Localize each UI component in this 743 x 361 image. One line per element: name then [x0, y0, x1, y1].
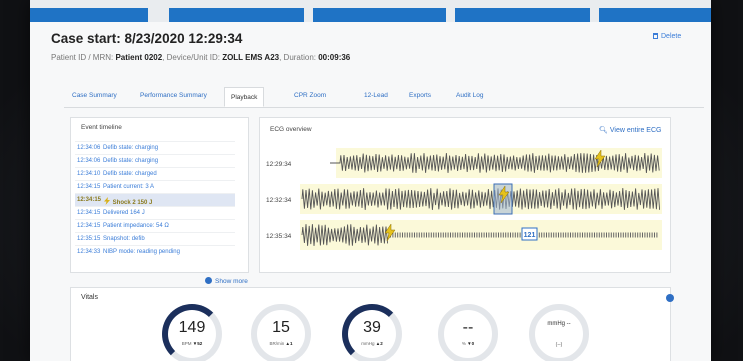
event-row-selected[interactable]: 12:34:15 Shock 2 150 J — [75, 193, 235, 206]
resp-rate-gauge: 15 BR/min ▲1 — [251, 304, 311, 361]
event-desc: Defib state: charging — [103, 158, 159, 164]
event-row[interactable]: 12:34:33 NIBP mode: reading pending — [75, 245, 235, 258]
view-entire-ecg-link[interactable]: 🔍︎ View entire ECG — [599, 126, 661, 134]
nav-segment[interactable] — [599, 8, 711, 22]
ecg-overview-title: ECG overview — [270, 126, 312, 133]
nibp-gauge: mmHg -- (--) — [529, 304, 589, 361]
event-row[interactable]: 12:34:15 Delivered 164 J — [75, 206, 235, 219]
magnifier-icon: 🔍︎ — [599, 127, 608, 134]
strip-time: 12:29:34 — [266, 161, 292, 168]
heart-rate-value: 149 — [178, 319, 206, 336]
unit-label: mmHg — [547, 321, 565, 327]
tab-exports[interactable]: Exports — [409, 92, 431, 99]
event-time: 12:35:15 — [77, 236, 101, 242]
spo2-value: -- — [462, 319, 474, 336]
device-id-value: ZOLL EMS A23 — [222, 53, 280, 62]
delete-label: Delete — [661, 33, 682, 40]
ecg-strips[interactable]: 12:29:34 12:32:34 12:35:34 121 — [260, 138, 670, 268]
spo2-unit: % ▼0 — [444, 341, 492, 346]
tab-cpr-zoom[interactable]: CPR Zoom — [294, 92, 326, 99]
strip-time: 12:32:34 — [266, 197, 292, 204]
tab-12-lead[interactable]: 12-Lead — [364, 92, 388, 99]
ecg-strip-bg — [300, 220, 662, 250]
show-more-link[interactable]: Show more — [205, 277, 248, 285]
event-time: 12:34:15 — [77, 210, 101, 216]
event-desc-shock: Shock 2 150 J — [103, 197, 152, 206]
trash-icon — [653, 33, 658, 39]
view-entire-ecg-label: View entire ECG — [609, 127, 662, 134]
event-desc: Delivered 164 J — [103, 210, 145, 216]
event-time: 12:34:33 — [77, 249, 101, 255]
duration-value: 00:09:36 — [318, 53, 351, 62]
event-desc: Patient current: 3 A — [103, 184, 155, 190]
event-time: 12:34:06 — [77, 158, 101, 164]
event-timeline-panel: Event timeline 12:34:06 Defib state: char… — [70, 117, 249, 273]
unit-label: BR/min — [269, 341, 285, 346]
duration-label: , Duration: — [279, 53, 319, 62]
vitals-panel: Vitals 149 BPM ▼52 15 BR/min ▲1 39 mmHg … — [70, 287, 674, 361]
tab-performance-summary[interactable]: Performance Summary — [140, 92, 207, 99]
event-list: 12:34:06 Defib state: charging 12:34:06 De… — [75, 141, 235, 258]
nav-segment[interactable] — [30, 8, 148, 22]
event-time: 12:34:15 — [77, 197, 102, 203]
chevron-down-icon — [205, 277, 212, 284]
event-time: 12:34:10 — [77, 171, 101, 177]
show-more-label: Show more — [215, 278, 248, 285]
lightning-icon — [104, 197, 110, 205]
vitals-title: Vitals — [81, 294, 98, 301]
collapse-icon[interactable] — [666, 294, 674, 302]
event-desc: Patient impedance: 54 Ω — [103, 223, 169, 229]
trend-label: ▼0 — [467, 341, 475, 346]
event-desc: NIBP mode: reading pending — [103, 249, 180, 255]
case-start-title: Case start: 8/23/2020 12:29:34 — [51, 31, 243, 46]
event-desc: Defib state: charging — [103, 145, 159, 151]
tab-bar: Case Summary Performance Summary Playbac… — [64, 87, 704, 108]
tab-case-summary[interactable]: Case Summary — [72, 92, 117, 99]
case-meta: Patient ID / MRN: Patient 0202, Device/U… — [51, 53, 350, 62]
event-row[interactable]: 12:34:06 Defib state: charging — [75, 141, 235, 154]
event-desc: Defib state: charged — [103, 171, 157, 177]
twelve-lead-badge-label: 121 — [524, 232, 536, 239]
heart-rate-gauge: 149 BPM ▼52 — [162, 304, 222, 361]
unit-label: mmHg — [361, 341, 375, 346]
event-time: 12:34:15 — [77, 184, 101, 190]
event-timeline-title: Event timeline — [81, 124, 122, 131]
nav-segment[interactable] — [313, 8, 446, 22]
resp-rate-value: 15 — [272, 319, 290, 336]
patient-id-label: Patient ID / MRN: — [51, 53, 116, 62]
nibp-value: mmHg -- — [535, 321, 583, 327]
event-row[interactable]: 12:34:15 Patient impedance: 54 Ω — [75, 219, 235, 232]
event-desc: Snapshot: defib — [103, 236, 145, 242]
nav-segment[interactable] — [169, 8, 304, 22]
trend-label: ▲1 — [285, 341, 293, 346]
tab-playback[interactable]: Playback — [224, 87, 265, 107]
etco2-unit: mmHg ▲2 — [348, 341, 396, 346]
strip-time: 12:35:34 — [266, 233, 292, 240]
delete-button[interactable]: Delete — [653, 33, 681, 40]
event-row[interactable]: 12:34:06 Defib state: charging — [75, 154, 235, 167]
nibp-reading: -- — [566, 321, 571, 327]
app-screen: Case start: 8/23/2020 12:29:34 Patient I… — [30, 0, 711, 361]
top-nav-bar — [30, 0, 711, 22]
etco2-value: 39 — [363, 319, 381, 336]
unit-label: BPM — [181, 341, 192, 346]
ecg-overview-panel: ECG overview 🔍︎ View entire ECG 12:29:34… — [259, 117, 671, 273]
event-time: 12:34:15 — [77, 223, 101, 229]
trend-label: ▼52 — [192, 341, 203, 346]
nav-segment[interactable] — [455, 8, 590, 22]
event-row[interactable]: 12:34:15 Patient current: 3 A — [75, 180, 235, 193]
resp-rate-unit: BR/min ▲1 — [257, 341, 305, 346]
etco2-gauge: 39 mmHg ▲2 — [342, 304, 402, 361]
unit-label: % — [461, 341, 466, 346]
nibp-sub: (--) — [555, 342, 563, 348]
patient-id-value: Patient 0202 — [115, 53, 163, 62]
event-row[interactable]: 12:34:10 Defib state: charged — [75, 167, 235, 180]
spo2-gauge: -- % ▼0 — [438, 304, 498, 361]
tab-audit-log[interactable]: Audit Log — [456, 92, 483, 99]
event-time: 12:34:06 — [77, 145, 101, 151]
device-id-label: , Device/Unit ID: — [162, 53, 223, 62]
trend-label: ▲2 — [375, 341, 383, 346]
heart-rate-unit: BPM ▼52 — [168, 341, 216, 346]
event-row[interactable]: 12:35:15 Snapshot: defib — [75, 232, 235, 245]
